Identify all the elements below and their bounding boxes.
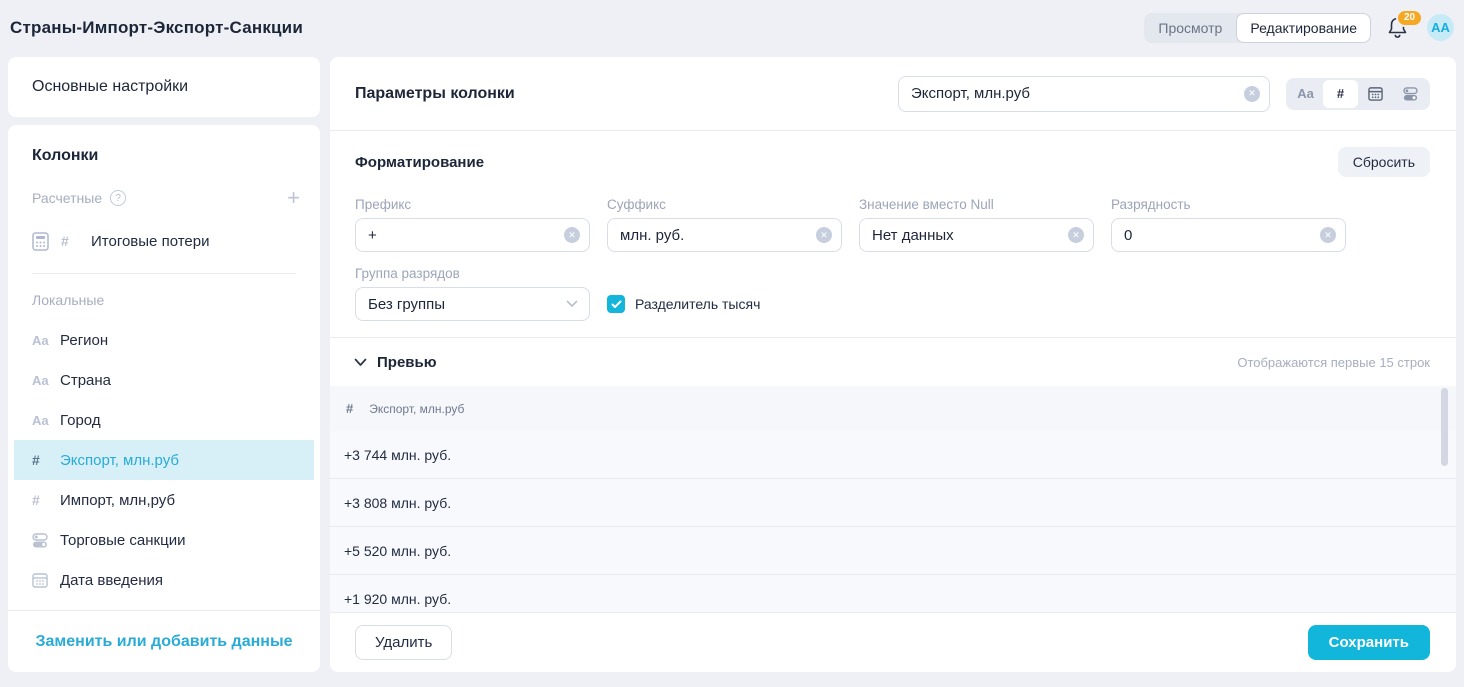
calculated-group-row: Расчетные ? +	[8, 183, 320, 213]
table-row: +5 520 млн. руб.	[330, 527, 1456, 575]
chevron-down-icon[interactable]	[354, 358, 367, 367]
type-text-button[interactable]: Aa	[1288, 80, 1323, 108]
preview-table-header: # Экспорт, млн.руб	[330, 386, 1456, 431]
formatting-title: Форматирование	[355, 154, 484, 171]
suffix-input[interactable]	[607, 218, 842, 252]
reset-button[interactable]: Сбросить	[1338, 147, 1430, 177]
delete-button[interactable]: Удалить	[355, 625, 452, 660]
table-row: +3 808 млн. руб.	[330, 479, 1456, 527]
digit-group-select[interactable]: Без группы	[355, 287, 590, 321]
sidebar-item-label: Импорт, млн,руб	[60, 492, 175, 509]
chevron-down-icon	[566, 300, 578, 308]
preview-table: # Экспорт, млн.руб +3 744 млн. руб. +3 8…	[330, 386, 1456, 612]
sidebar-item-main-settings[interactable]: Основные настройки	[8, 57, 320, 117]
clear-icon[interactable]: ✕	[1320, 227, 1336, 243]
clear-icon[interactable]: ✕	[1068, 227, 1084, 243]
sidebar-item-label: Страна	[60, 372, 111, 389]
mode-toggle: Просмотр Редактирование	[1144, 13, 1371, 43]
number-type-icon: #	[32, 492, 60, 508]
number-type-icon: #	[32, 452, 60, 468]
calculated-group-label: Расчетные	[32, 190, 102, 206]
checkbox-checked-icon	[607, 295, 625, 313]
preview-column-header: Экспорт, млн.руб	[369, 402, 464, 416]
digit-group-label: Группа разрядов	[355, 266, 590, 281]
page-title: Страны-Импорт-Экспорт-Санкции	[10, 18, 303, 38]
notifications-button[interactable]: 20	[1387, 15, 1411, 41]
null-value-label: Значение вместо Null	[859, 197, 1094, 212]
column-type-switcher: Aa #	[1286, 78, 1430, 110]
columns-card: Колонки Расчетные ? + # Итоговые пот	[8, 125, 320, 672]
sidebar-item-eksport[interactable]: # Экспорт, млн.руб	[14, 440, 314, 480]
save-button[interactable]: Сохранить	[1308, 625, 1430, 660]
sidebar-item-gorod[interactable]: Aa Город	[8, 400, 320, 440]
preview-scrollbar[interactable]	[1441, 388, 1448, 466]
mode-edit-button[interactable]: Редактирование	[1236, 13, 1371, 43]
column-parameters-panel: Параметры колонки ✕ Aa #	[330, 57, 1456, 672]
calculator-icon	[32, 232, 61, 251]
add-calculated-column-button[interactable]: +	[287, 187, 300, 209]
sidebar-item-label: Итоговые потери	[91, 233, 209, 250]
text-type-icon: Aa	[32, 373, 60, 388]
toggle-type-icon	[32, 533, 60, 548]
panel-header: Параметры колонки ✕ Aa #	[330, 57, 1456, 131]
table-row: +3 744 млн. руб.	[330, 431, 1456, 479]
cell-value: +3 744 млн. руб.	[344, 447, 451, 463]
type-date-button[interactable]	[1358, 80, 1393, 108]
table-row: +1 920 млн. руб.	[330, 575, 1456, 612]
thousands-separator-checkbox[interactable]: Разделитель тысяч	[607, 287, 760, 321]
calendar-icon	[1368, 86, 1383, 101]
number-type-icon: #	[61, 233, 91, 249]
digit-group-value: Без группы	[368, 296, 445, 313]
sidebar-item-label: Торговые санкции	[60, 532, 185, 549]
notifications-badge: 20	[1396, 9, 1423, 27]
sidebar-item-region[interactable]: Aa Регион	[8, 320, 320, 360]
text-type-icon: Aa	[32, 413, 60, 428]
replace-or-add-data-link[interactable]: Заменить или добавить данные	[8, 611, 320, 672]
panel-title: Параметры колонки	[355, 85, 898, 103]
precision-input[interactable]	[1111, 218, 1346, 252]
type-toggle-button[interactable]	[1393, 80, 1428, 108]
preview-section: Превью Отображаются первые 15 строк # Эк…	[330, 338, 1456, 612]
top-bar: Страны-Импорт-Экспорт-Санкции Просмотр Р…	[0, 0, 1464, 55]
preview-note: Отображаются первые 15 строк	[1237, 355, 1430, 370]
toggle-icon	[1403, 87, 1418, 101]
precision-label: Разрядность	[1111, 197, 1346, 212]
clear-icon[interactable]: ✕	[816, 227, 832, 243]
local-group-label: Локальные	[8, 284, 320, 320]
divider	[32, 273, 296, 274]
sidebar-item-torgovye-sankcii[interactable]: Торговые санкции	[8, 520, 320, 560]
cell-value: +5 520 млн. руб.	[344, 543, 451, 559]
cell-value: +1 920 млн. руб.	[344, 591, 451, 607]
panel-footer: Удалить Сохранить	[330, 612, 1456, 672]
preview-title[interactable]: Превью	[377, 354, 1237, 371]
thousands-separator-label: Разделитель тысяч	[635, 296, 760, 312]
number-type-icon: #	[346, 401, 353, 416]
sidebar-item-import[interactable]: # Импорт, млн,руб	[8, 480, 320, 520]
prefix-label: Префикс	[355, 197, 590, 212]
clear-icon[interactable]: ✕	[1244, 86, 1260, 102]
type-number-button[interactable]: #	[1323, 80, 1358, 108]
formatting-section: Форматирование Сбросить Префикс ✕ Суффик…	[330, 131, 1456, 338]
prefix-input[interactable]	[355, 218, 590, 252]
column-name-input[interactable]	[898, 76, 1270, 112]
sidebar-item-label: Экспорт, млн.руб	[60, 452, 179, 469]
sidebar-item-label: Город	[60, 412, 101, 429]
cell-value: +3 808 млн. руб.	[344, 495, 451, 511]
sidebar-item-strana[interactable]: Aa Страна	[8, 360, 320, 400]
help-icon[interactable]: ?	[110, 190, 126, 206]
sidebar: Основные настройки Колонки Расчетные ? +	[8, 55, 320, 672]
sidebar-item-data-vvedeniya[interactable]: Дата введения	[8, 560, 320, 600]
clear-icon[interactable]: ✕	[564, 227, 580, 243]
text-type-icon: Aa	[32, 333, 60, 348]
mode-view-button[interactable]: Просмотр	[1144, 13, 1236, 43]
sidebar-item-label: Регион	[60, 332, 108, 349]
suffix-label: Суффикс	[607, 197, 842, 212]
sidebar-item-itogovye-poteri[interactable]: # Итоговые потери	[8, 221, 320, 261]
sidebar-item-label: Дата введения	[60, 572, 163, 589]
avatar[interactable]: AA	[1427, 14, 1454, 41]
columns-title: Колонки	[8, 147, 320, 183]
calendar-type-icon	[32, 572, 60, 588]
null-value-input[interactable]	[859, 218, 1094, 252]
